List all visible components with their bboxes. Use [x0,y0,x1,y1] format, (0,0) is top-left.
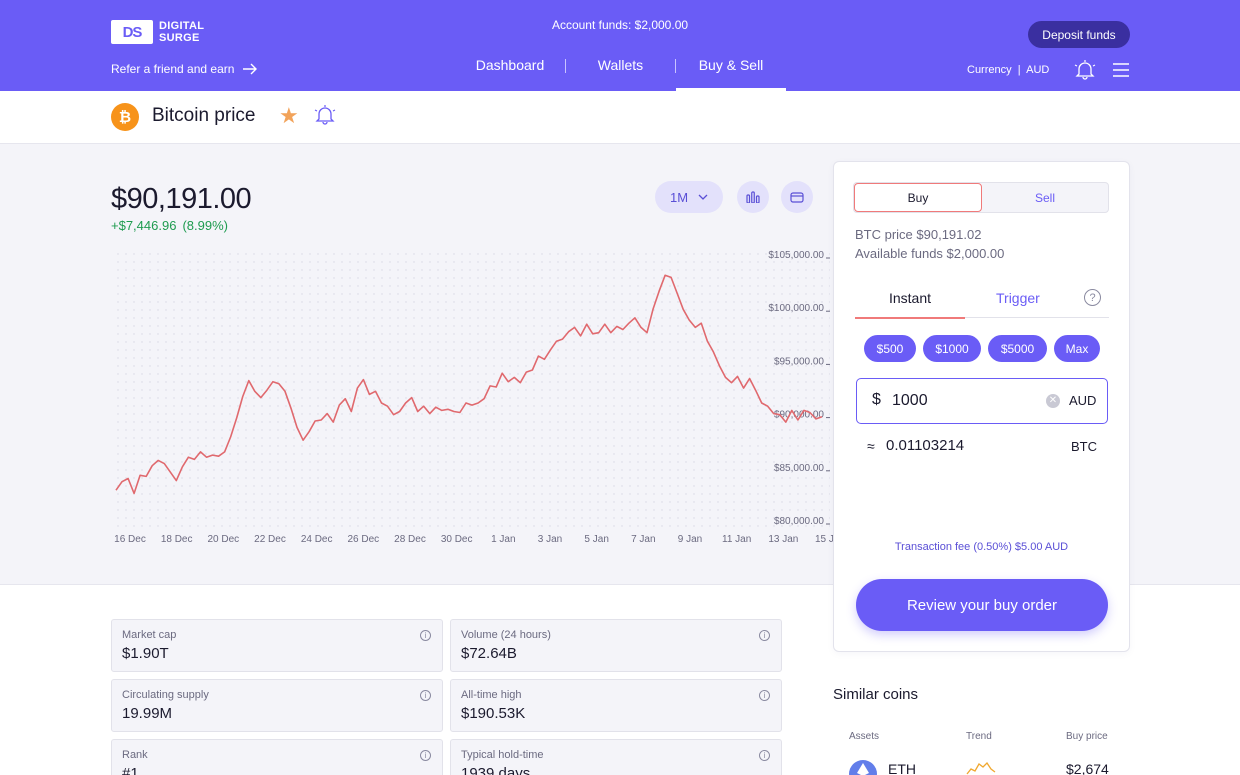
x-axis-tick-label: 20 Dec [207,534,239,545]
stat-volume: Volume (24 hours) $72.64B i [450,619,782,672]
tab-trigger[interactable]: Trigger [996,290,1040,306]
buy-sell-panel: Buy Sell BTC price $90,191.02 Available … [833,161,1130,652]
info-icon[interactable]: i [420,630,431,641]
y-axis-tick-label: $100,000.00 [768,303,824,314]
deposit-funds-button[interactable]: Deposit funds [1028,21,1130,48]
column-assets: Assets [849,731,880,742]
x-axis-tick-label: 18 Dec [161,534,193,545]
preset-5000-button[interactable]: $5000 [988,335,1047,362]
preset-1000-button[interactable]: $1000 [923,335,981,362]
similar-coins-title: Similar coins [833,686,919,703]
ethereum-icon [849,760,877,775]
y-axis-tick-label: $85,000.00 [774,463,824,474]
info-icon[interactable]: i [420,690,431,701]
wallet-button[interactable] [781,181,813,213]
amount-input[interactable]: $ 1000 ✕ AUD [856,378,1108,424]
x-axis-tick-label: 11 Jan [722,534,751,545]
time-range-dropdown[interactable]: 1M [655,181,723,213]
preset-500-button[interactable]: $500 [864,335,916,362]
amount-value[interactable]: 1000 [892,392,928,410]
stat-market-cap: Market cap $1.90T i [111,619,443,672]
bitcoin-icon: ₿ [111,103,139,131]
x-axis-tick-label: 26 Dec [347,534,379,545]
x-axis-tick-label: 7 Jan [631,534,655,545]
buy-tab[interactable]: Buy [854,183,982,212]
info-icon[interactable]: i [759,630,770,641]
btc-price-info: BTC price $90,191.02 [855,227,982,242]
currency-selector[interactable]: Currency | AUD [967,64,1049,76]
nav-wallets[interactable]: Wallets [566,50,675,91]
stat-circulating-supply: Circulating supply 19.99M i [111,679,443,732]
favorite-star-icon[interactable]: ★ [279,105,299,127]
x-axis-tick-label: 5 Jan [584,534,608,545]
chevron-down-icon [698,194,708,200]
x-axis-tick-label: 28 Dec [394,534,426,545]
stat-rank: Rank #1 i [111,739,443,775]
info-icon[interactable]: i [420,750,431,761]
refer-friend-link[interactable]: Refer a friend and earn [111,62,258,76]
nav-buy-sell[interactable]: Buy & Sell [676,50,786,91]
chart-plot-area [112,252,830,530]
arrow-right-icon [243,63,258,75]
column-buy-price: Buy price [1066,731,1108,742]
price-line-chart[interactable]: $105,000.00$100,000.00$95,000.00$90,000.… [100,244,840,554]
x-axis-tick-label: 16 Dec [114,534,146,545]
info-icon[interactable]: i [759,750,770,761]
x-axis-tick-label: 9 Jan [678,534,702,545]
main-nav: Dashboard Wallets Buy & Sell [455,50,786,91]
page-title: Bitcoin price [152,105,256,126]
approx-icon: ≈ [867,438,875,454]
y-axis-tick-label: $105,000.00 [768,250,824,261]
coin-buy-price: $2,674 [1066,761,1109,775]
tab-instant[interactable]: Instant [855,290,965,319]
x-axis-tick-label: 1 Jan [491,534,515,545]
bar-chart-icon [746,191,760,203]
y-axis-tick-label: $95,000.00 [774,356,824,367]
available-funds: Available funds $2,000.00 [855,246,1005,261]
help-icon[interactable]: ? [1084,289,1101,306]
amount-presets: $500 $1000 $5000 Max [864,335,1100,362]
current-price: $90,191.00 [111,183,252,215]
column-trend: Trend [966,731,992,742]
y-axis-tick-label: $80,000.00 [774,516,824,527]
coin-symbol[interactable]: ETH [888,761,916,775]
transaction-fee: Transaction fee (0.50%) $5.00 AUD [894,541,1069,553]
hamburger-menu-icon[interactable] [1113,63,1129,77]
coin-title-bar: ₿ Bitcoin price ★ [0,91,1240,144]
buy-sell-toggle: Buy Sell [853,182,1109,213]
currency-symbol: $ [872,391,881,408]
notifications-bell-icon[interactable] [1074,60,1096,80]
amount-currency: AUD [1069,393,1097,408]
top-navigation-bar: DS DIGITAL SURGE Refer a friend and earn… [0,0,1240,91]
order-type-tabs: Instant Trigger ? [855,280,1109,319]
x-axis-tick-label: 13 Jan [768,534,798,545]
nav-dashboard[interactable]: Dashboard [455,50,565,91]
stat-hold-time: Typical hold-time 1939 days i [450,739,782,775]
stat-all-time-high: All-time high $190.53K i [450,679,782,732]
x-axis-tick-label: 22 Dec [254,534,286,545]
preset-max-button[interactable]: Max [1054,335,1100,362]
x-axis-tick-label: 24 Dec [301,534,333,545]
price-alert-bell-icon[interactable] [314,105,336,125]
clear-icon[interactable]: ✕ [1046,394,1060,408]
x-axis-tick-label: 3 Jan [538,534,562,545]
sell-tab[interactable]: Sell [982,183,1108,212]
x-axis-tick-label: 30 Dec [441,534,473,545]
trend-sparkline [966,761,996,775]
price-change: +$7,446.96 (8.99%) [111,218,228,233]
btc-unit: BTC [1071,439,1097,454]
chart-type-button[interactable] [737,181,769,213]
btc-amount: 0.01103214 [886,437,965,454]
info-icon[interactable]: i [759,690,770,701]
review-buy-order-button[interactable]: Review your buy order [856,579,1108,631]
wallet-icon [790,192,804,203]
